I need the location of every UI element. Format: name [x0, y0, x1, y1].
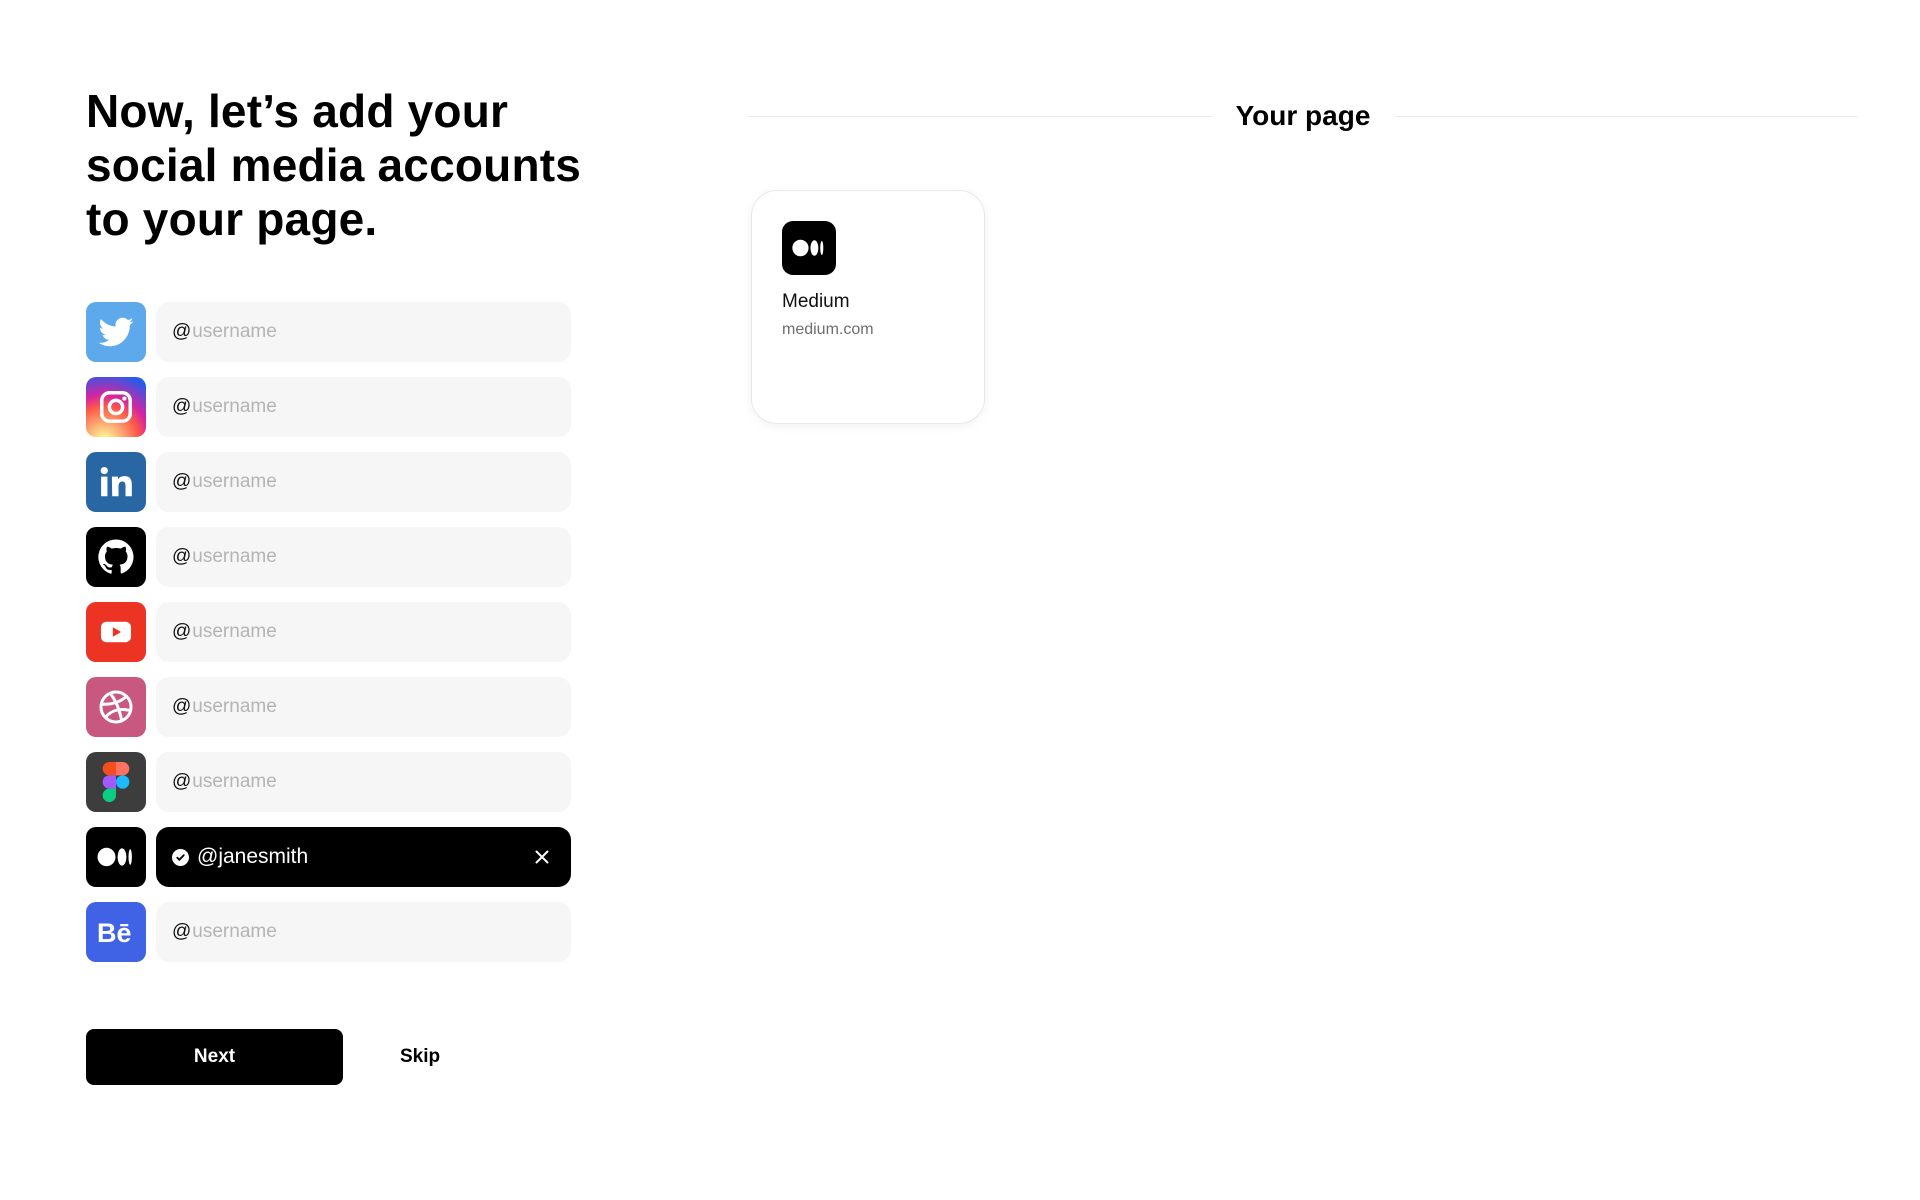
- at-prefix: @: [172, 771, 192, 792]
- github-icon: [86, 527, 146, 587]
- divider-line-left: [748, 115, 1212, 117]
- next-button[interactable]: Next: [86, 1029, 343, 1085]
- dribbble-username-field[interactable]: @: [156, 677, 571, 737]
- behance-username-input[interactable]: [192, 917, 555, 947]
- account-row-github: @: [86, 527, 571, 587]
- dribbble-icon: [86, 677, 146, 737]
- medium-icon: [782, 221, 836, 275]
- at-prefix: @: [172, 696, 192, 717]
- github-username-input[interactable]: [192, 542, 555, 572]
- instagram-icon: [86, 377, 146, 437]
- at-prefix: @: [172, 921, 192, 942]
- account-row-dribbble: @: [86, 677, 571, 737]
- clear-icon[interactable]: [531, 846, 553, 868]
- account-row-twitter: @: [86, 302, 571, 362]
- at-prefix: @: [172, 396, 192, 417]
- twitter-icon: [86, 302, 146, 362]
- svg-text:Bē: Bē: [97, 918, 132, 947]
- instagram-username-input[interactable]: [192, 392, 555, 422]
- github-username-field[interactable]: @: [156, 527, 571, 587]
- account-row-youtube: @: [86, 602, 571, 662]
- divider-line-right: [1394, 115, 1858, 117]
- youtube-username-input[interactable]: [192, 617, 555, 647]
- card-title: Medium: [782, 291, 850, 312]
- dribbble-username-input[interactable]: [192, 692, 555, 722]
- figma-username-field[interactable]: @: [156, 752, 571, 812]
- figma-icon: [86, 752, 146, 812]
- youtube-icon: [86, 602, 146, 662]
- linkedin-username-field[interactable]: @: [156, 452, 571, 512]
- medium-username-field[interactable]: @janesmith: [156, 827, 571, 887]
- preview-title: Your page: [1235, 100, 1371, 131]
- account-row-instagram: @: [86, 377, 571, 437]
- account-row-behance: Bē @: [86, 902, 571, 962]
- at-prefix: @: [172, 546, 192, 567]
- medium-preview-card[interactable]: Medium medium.com: [751, 190, 985, 424]
- social-accounts-list: @ @ @ @: [86, 302, 571, 977]
- skip-button[interactable]: Skip: [392, 1036, 448, 1078]
- account-row-medium: @janesmith: [86, 827, 571, 887]
- twitter-username-input[interactable]: [192, 317, 555, 347]
- behance-icon: Bē: [86, 902, 146, 962]
- medium-icon: [86, 827, 146, 887]
- twitter-username-field[interactable]: @: [156, 302, 571, 362]
- linkedin-icon: [86, 452, 146, 512]
- instagram-username-field[interactable]: @: [156, 377, 571, 437]
- at-prefix: @: [172, 321, 192, 342]
- at-prefix: @: [172, 621, 192, 642]
- at-prefix: @: [172, 471, 192, 492]
- account-row-figma: @: [86, 752, 571, 812]
- preview-header: Your page: [748, 96, 1858, 136]
- medium-username-value: @janesmith: [197, 845, 309, 868]
- verified-check-icon: [172, 848, 189, 866]
- behance-username-field[interactable]: @: [156, 902, 571, 962]
- card-url: medium.com: [782, 321, 874, 338]
- account-row-linkedin: @: [86, 452, 571, 512]
- linkedin-username-input[interactable]: [192, 467, 555, 497]
- page-heading: Now, let’s add your social media account…: [86, 85, 582, 245]
- figma-username-input[interactable]: [192, 767, 555, 797]
- onboarding-actions: Next Skip: [86, 1029, 448, 1085]
- youtube-username-field[interactable]: @: [156, 602, 571, 662]
